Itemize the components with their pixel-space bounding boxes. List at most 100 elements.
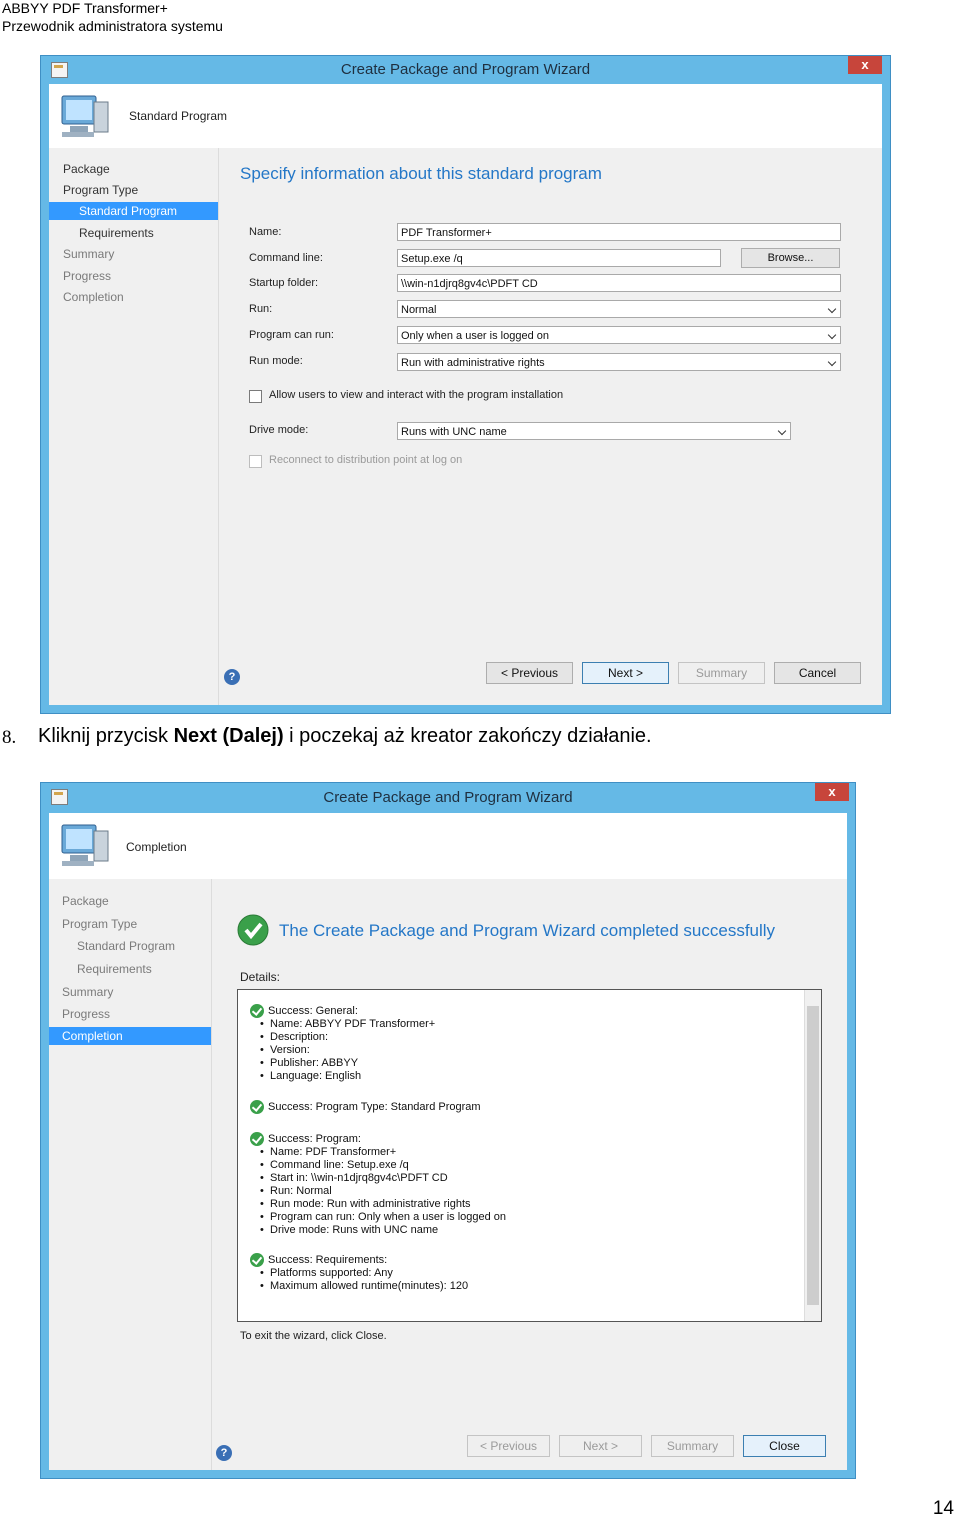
- detail-item: Command line: Setup.exe /q: [260, 1159, 506, 1172]
- wizard-content: Specify information about this standard …: [219, 148, 882, 705]
- success-icon: [250, 1253, 264, 1267]
- page-heading: Specify information about this standard …: [240, 164, 602, 183]
- success-heading: The Create Package and Program Wizard co…: [279, 921, 776, 940]
- nav-item-standard-program: Standard Program: [77, 939, 176, 953]
- nav-item-label: Standard Program: [79, 204, 178, 218]
- detail-item: Start in: \\win-n1djrq8gv4c\PDFT CD: [260, 1172, 506, 1185]
- detail-item: Run: Normal: [260, 1185, 506, 1198]
- details-group-program: Success: Program: Name: PDF Transformer+…: [250, 1132, 506, 1237]
- previous-button[interactable]: < Previous: [486, 662, 573, 684]
- group-title: Success: Program:: [268, 1133, 361, 1145]
- command-line-field[interactable]: Setup.exe /q: [397, 249, 721, 267]
- detail-item: Maximum allowed runtime(minutes): 120: [260, 1280, 468, 1293]
- group-title: Success: General:: [268, 1005, 358, 1017]
- close-button[interactable]: x: [848, 56, 882, 74]
- startup-folder-label: Startup folder:: [249, 277, 319, 289]
- nav-item-standard-program: Standard Program: [49, 202, 218, 220]
- name-label: Name:: [249, 226, 282, 238]
- allow-interact-label: Allow users to view and interact with th…: [269, 389, 564, 401]
- nav-item-requirements: Requirements: [79, 226, 154, 240]
- step-text-before: Kliknij przycisk: [38, 725, 174, 747]
- nav-item-program-type: Program Type: [63, 183, 139, 197]
- summary-button[interactable]: Summary: [651, 1435, 734, 1457]
- close-button[interactable]: x: [815, 783, 849, 801]
- help-icon[interactable]: ?: [224, 669, 240, 685]
- wizard-nav: Package Program Type Standard Program Re…: [49, 148, 219, 705]
- wizard-body: Completion Package Program Type Standard…: [49, 813, 847, 1470]
- command-line-label: Command line:: [249, 252, 323, 264]
- run-select[interactable]: Normal: [397, 300, 841, 318]
- allow-interact-checkbox[interactable]: [249, 390, 262, 403]
- success-icon: [250, 1132, 264, 1146]
- nav-item-program-type: Program Type: [62, 917, 138, 931]
- wizard-banner: Completion: [49, 813, 847, 879]
- nav-item-requirements: Requirements: [77, 962, 152, 976]
- program-can-run-select[interactable]: Only when a user is logged on: [397, 326, 841, 344]
- nav-item-completion: Completion: [49, 1027, 211, 1045]
- browse-button[interactable]: Browse...: [741, 248, 840, 268]
- step-text-bold: Next (Dalej): [173, 725, 284, 747]
- wizard-window-completion: Create Package and Program Wizard x Comp…: [40, 782, 856, 1479]
- details-label: Details:: [240, 970, 281, 984]
- help-icon[interactable]: ?: [216, 1445, 232, 1461]
- name-field[interactable]: PDF Transformer+: [397, 223, 841, 241]
- nav-item-summary: Summary: [62, 985, 114, 999]
- drive-mode-select[interactable]: Runs with UNC name: [397, 422, 791, 440]
- drive-mode-label: Drive mode:: [249, 424, 309, 436]
- wizard-banner: Standard Program: [49, 84, 882, 148]
- page-number: 14: [932, 1498, 954, 1519]
- banner-title: Completion: [126, 840, 187, 854]
- detail-item: Language: English: [260, 1070, 435, 1083]
- group-title: Success: Requirements:: [268, 1254, 388, 1266]
- detail-item: Drive mode: Runs with UNC name: [260, 1224, 506, 1237]
- previous-button[interactable]: < Previous: [467, 1435, 550, 1457]
- wizard-content: The Create Package and Program Wizard co…: [212, 879, 847, 1470]
- next-button[interactable]: Next >: [559, 1435, 642, 1457]
- wizard-nav: Package Program Type Standard Program Re…: [49, 879, 212, 1470]
- run-label: Run:: [249, 303, 273, 315]
- close-wizard-button[interactable]: Close: [743, 1435, 826, 1457]
- nav-item-package: Package: [63, 162, 110, 176]
- detail-item: Platforms supported: Any: [260, 1267, 468, 1280]
- step-instruction: Kliknij przycisk Next (Dalej) i poczekaj…: [38, 725, 652, 748]
- document-subtitle: Przewodnik administratora systemu: [2, 18, 223, 34]
- detail-item: Publisher: ABBYY: [260, 1057, 435, 1070]
- nav-item-progress: Progress: [63, 269, 112, 283]
- run-mode-select[interactable]: Run with administrative rights: [397, 353, 841, 371]
- scrollbar-thumb[interactable]: [807, 1006, 819, 1305]
- document-title: ABBYY PDF Transformer+: [2, 0, 168, 16]
- details-group-requirements: Success: Requirements: Platforms support…: [250, 1253, 468, 1293]
- program-can-run-label: Program can run:: [249, 329, 334, 341]
- reconnect-label: Reconnect to distribution point at log o…: [269, 454, 463, 466]
- summary-button[interactable]: Summary: [678, 662, 765, 684]
- run-mode-label: Run mode:: [249, 355, 303, 367]
- detail-item: Name: ABBYY PDF Transformer+: [260, 1018, 435, 1031]
- exit-instruction: To exit the wizard, click Close.: [240, 1330, 387, 1342]
- details-panel[interactable]: Success: General: Name: ABBYY PDF Transf…: [237, 989, 822, 1322]
- wizard-window-standard-program: Create Package and Program Wizard x Stan…: [40, 55, 891, 714]
- nav-item-summary: Summary: [63, 247, 115, 261]
- cancel-button[interactable]: Cancel: [774, 662, 861, 684]
- nav-item-completion: Completion: [63, 290, 124, 304]
- window-title: Create Package and Program Wizard: [323, 789, 573, 806]
- detail-item: Description:: [260, 1031, 435, 1044]
- banner-title: Standard Program: [129, 109, 228, 123]
- startup-folder-field[interactable]: \\win-n1djrq8gv4c\PDFT CD: [397, 274, 841, 292]
- reconnect-checkbox[interactable]: [249, 455, 262, 468]
- nav-item-package: Package: [62, 894, 109, 908]
- step-text-after: i poczekaj aż kreator zakończy działanie…: [283, 725, 652, 747]
- success-icon: [250, 1004, 264, 1018]
- next-button[interactable]: Next >: [582, 662, 669, 684]
- group-title: Success: Program Type: Standard Program: [268, 1101, 481, 1113]
- details-group-program-type: Success: Program Type: Standard Program: [250, 1100, 481, 1114]
- detail-item: Run mode: Run with administrative rights: [260, 1198, 506, 1211]
- detail-item: Name: PDF Transformer+: [260, 1146, 506, 1159]
- detail-item: Version:: [260, 1044, 435, 1057]
- success-icon: [250, 1100, 264, 1114]
- details-scrollbar[interactable]: [804, 990, 821, 1321]
- details-group-general: Success: General: Name: ABBYY PDF Transf…: [250, 1004, 435, 1083]
- success-check-icon: [237, 914, 269, 946]
- nav-item-label: Completion: [62, 1029, 123, 1043]
- computer-icon: [61, 95, 109, 137]
- detail-item: Program can run: Only when a user is log…: [260, 1211, 506, 1224]
